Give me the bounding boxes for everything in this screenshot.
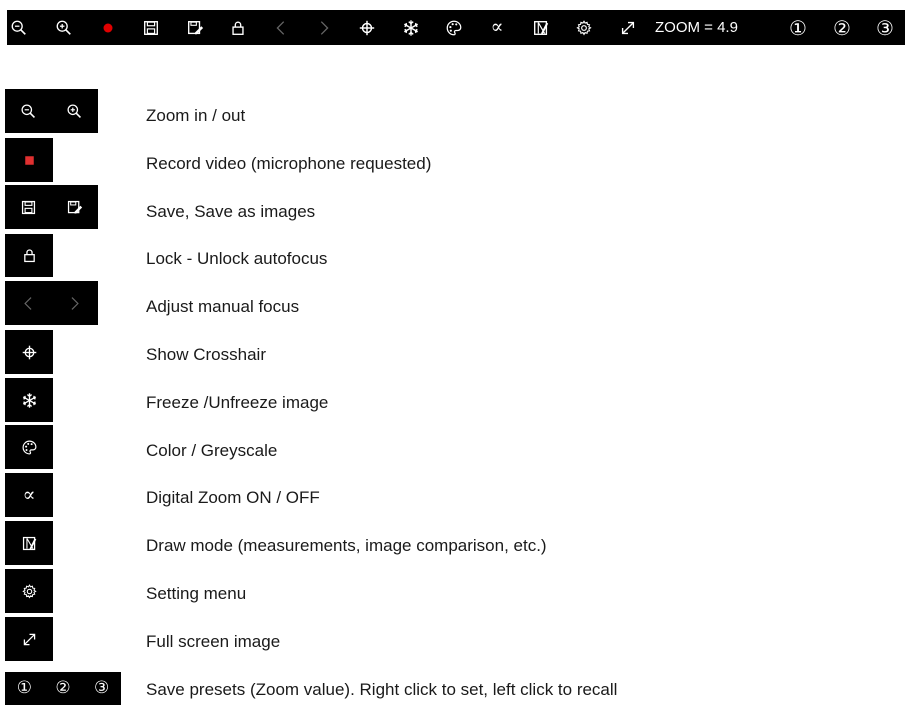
draw-mode-icon bbox=[532, 19, 550, 37]
zoom-out-button[interactable] bbox=[2, 10, 36, 45]
preset-3-button[interactable]: ③ bbox=[868, 10, 902, 45]
legend-digital-zoom-icons: ∝ bbox=[5, 473, 53, 517]
digital-zoom-button[interactable]: ∝ bbox=[480, 10, 514, 45]
preset-2-icon: ② bbox=[55, 678, 71, 698]
legend-label-presets: Save presets (Zoom value). Right click t… bbox=[146, 680, 618, 699]
zoom-out-icon bbox=[10, 19, 28, 37]
gear-icon bbox=[575, 19, 593, 37]
fullscreen-icon bbox=[21, 631, 38, 648]
preset-3-icon: ③ bbox=[94, 678, 110, 698]
zoom-readout: ZOOM = 4.9 bbox=[655, 19, 738, 36]
color-greyscale-button[interactable] bbox=[437, 10, 471, 45]
record-icon bbox=[103, 23, 113, 32]
palette-icon bbox=[445, 19, 463, 37]
legend-draw-icons bbox=[5, 521, 53, 565]
preset-1-icon: ① bbox=[16, 678, 32, 698]
crosshair-icon bbox=[358, 19, 376, 37]
gear-icon bbox=[21, 583, 38, 600]
chevron-left-icon bbox=[20, 295, 37, 312]
fullscreen-button[interactable] bbox=[611, 10, 645, 45]
legend-label-zoom: Zoom in / out bbox=[146, 106, 246, 125]
legend-focus-icons bbox=[5, 281, 98, 325]
snowflake-icon bbox=[402, 19, 420, 37]
legend-label-record: Record video (microphone requested) bbox=[146, 154, 432, 173]
alpha-icon: ∝ bbox=[22, 483, 36, 506]
draw-mode-icon bbox=[21, 535, 38, 552]
record-button[interactable] bbox=[91, 10, 125, 45]
legend-label-crosshair: Show Crosshair bbox=[146, 345, 266, 364]
preset-2-button[interactable]: ② bbox=[825, 10, 859, 45]
preset-3-icon: ③ bbox=[876, 15, 894, 40]
preset-1-button[interactable]: ① bbox=[781, 10, 815, 45]
chevron-right-icon bbox=[315, 19, 333, 37]
crosshair-button[interactable] bbox=[350, 10, 384, 45]
draw-mode-button[interactable] bbox=[524, 10, 558, 45]
legend-crosshair-icons bbox=[5, 330, 53, 374]
zoom-in-icon bbox=[66, 103, 83, 120]
legend-label-freeze: Freeze /Unfreeze image bbox=[146, 393, 329, 412]
lock-autofocus-button[interactable] bbox=[221, 10, 255, 45]
legend-label-digital-zoom: Digital Zoom ON / OFF bbox=[146, 488, 320, 507]
crosshair-icon bbox=[21, 344, 38, 361]
legend-zoom-icons bbox=[5, 89, 98, 133]
preset-2-icon: ② bbox=[833, 15, 851, 40]
fullscreen-icon bbox=[619, 19, 637, 37]
legend-label-color: Color / Greyscale bbox=[146, 441, 278, 460]
freeze-button[interactable] bbox=[394, 10, 428, 45]
alpha-icon: ∝ bbox=[490, 16, 504, 38]
zoom-in-button[interactable] bbox=[47, 10, 81, 45]
save-as-icon bbox=[186, 19, 204, 37]
save-as-button[interactable] bbox=[178, 10, 212, 45]
chevron-right-icon bbox=[66, 295, 83, 312]
zoom-out-icon bbox=[20, 103, 37, 120]
save-icon bbox=[20, 199, 37, 216]
legend-label-focus: Adjust manual focus bbox=[146, 297, 300, 316]
legend-lock-icons bbox=[5, 234, 53, 277]
legend-color-icons bbox=[5, 425, 53, 469]
save-as-icon bbox=[66, 199, 83, 216]
legend-presets-icons: ① ② ③ bbox=[5, 672, 121, 705]
record-stop-icon bbox=[24, 155, 34, 165]
settings-button[interactable] bbox=[567, 10, 601, 45]
focus-right-button[interactable] bbox=[307, 10, 341, 45]
chevron-left-icon bbox=[272, 19, 290, 37]
zoom-in-icon bbox=[55, 19, 73, 37]
legend-label-lock: Lock - Unlock autofocus bbox=[146, 249, 328, 268]
lock-icon bbox=[229, 19, 247, 37]
preset-1-icon: ① bbox=[789, 15, 807, 40]
main-toolbar: ∝ ZOOM = 4.9 ① ② ③ bbox=[7, 10, 905, 45]
legend-freeze-icons bbox=[5, 378, 53, 422]
legend-save-icons bbox=[5, 185, 98, 229]
palette-icon bbox=[21, 439, 38, 456]
snowflake-icon bbox=[21, 392, 38, 409]
legend-label-fullscreen: Full screen image bbox=[146, 632, 281, 651]
save-button[interactable] bbox=[134, 10, 168, 45]
legend-settings-icons bbox=[5, 569, 53, 613]
focus-left-button[interactable] bbox=[264, 10, 298, 45]
lock-icon bbox=[21, 247, 38, 264]
save-icon bbox=[142, 19, 160, 37]
legend-label-settings: Setting menu bbox=[146, 584, 247, 603]
legend-record-icons bbox=[5, 138, 53, 182]
legend-label-draw: Draw mode (measurements, image compariso… bbox=[146, 536, 547, 555]
legend-fullscreen-icons bbox=[5, 617, 53, 661]
legend-label-save: Save, Save as images bbox=[146, 202, 316, 221]
